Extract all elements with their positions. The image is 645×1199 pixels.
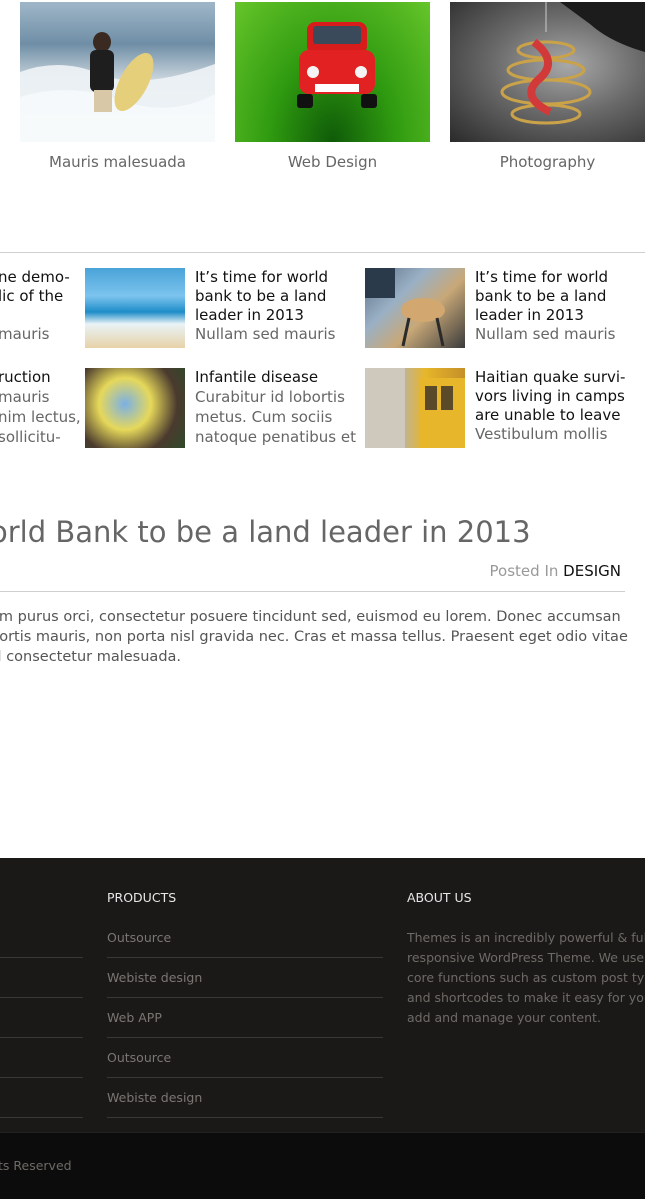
gallery-caption-3[interactable]: Photography [450,153,645,171]
post-title[interactable]: orld Bank to be a land leader in 2013 [0,515,531,549]
section-divider [0,252,645,253]
footer-product-label-3[interactable]: Web APP [107,1010,162,1025]
footer-bottom-bar [0,1132,645,1199]
related-post-3-excerpt-3: natoque penatibus et [195,428,357,446]
related-post-1-title-2[interactable]: bank to be a land [195,287,326,306]
post-meta: Posted In DESIGN [490,562,621,580]
related-post-3-excerpt-2: metus. Cum sociis [195,408,333,426]
related-post-1-title-1[interactable]: It’s time for world [195,268,328,287]
related-thumb-chair[interactable] [365,268,465,348]
footer-left-row-1[interactable] [0,917,83,958]
surfer-photo [20,32,215,142]
copyright-text: ts Reserved [0,1158,72,1173]
related-left-2-line3: nim lectus, [0,408,81,426]
footer-about-heading: ABOUT US [407,890,472,905]
related-left-2-line2: mauris [0,388,50,406]
post-category-link[interactable]: DESIGN [563,562,621,580]
footer-left-row-5[interactable] [0,1077,83,1118]
related-post-1-title-3[interactable]: leader in 2013 [195,306,304,325]
footer-product-link-2[interactable]: Webiste design [107,957,383,998]
footer-product-link-4[interactable]: Outsource [107,1037,383,1078]
post-meta-divider [0,591,625,592]
related-post-2-title-2[interactable]: bank to be a land [475,287,606,306]
post-body-line-1: am purus orci, consectetur posuere tinci… [0,609,621,625]
footer-product-label-5[interactable]: Webiste design [107,1090,202,1105]
related-thumb-hand[interactable] [85,368,185,448]
related-left-1-line1[interactable]: ne demo- [0,268,70,287]
gallery-image-car[interactable] [235,2,430,142]
footer-product-label-1[interactable]: Outsource [107,930,171,945]
footer-product-label-4[interactable]: Outsource [107,1050,171,1065]
red-car-photo [297,22,377,108]
related-left-2-line1[interactable]: ruction [0,368,51,387]
related-post-4-title-1[interactable]: Haitian quake survi- [475,368,625,387]
gallery-caption-1[interactable]: Mauris malesuada [20,153,215,171]
gallery-caption-2[interactable]: Web Design [235,153,430,171]
footer-product-link-5[interactable]: Webiste design [107,1077,383,1118]
related-left-1-line2[interactable]: lic of the [0,287,63,306]
related-post-4-title-3[interactable]: are unable to leave [475,406,620,425]
chair-photo [365,268,445,347]
footer-product-link-3[interactable]: Web APP [107,997,383,1038]
related-left-1-line4: mauris [0,325,50,343]
related-left-2-line4: sollicitu- [0,428,61,446]
footer-about-text: Themes is an incredibly powerful & fully… [407,928,645,1028]
gallery-image-surfer[interactable] [20,2,215,142]
footer-left-row-4[interactable] [0,1037,83,1078]
footer-product-link-1[interactable]: Outsource [107,917,383,958]
ornament-photo [500,2,645,125]
about-line-5: add and manage your content. [407,1010,601,1025]
about-line-1: Themes is an incredibly powerful & fully [407,930,645,945]
related-post-2-title-3[interactable]: leader in 2013 [475,306,584,325]
related-post-2-excerpt: Nullam sed mauris [475,325,616,343]
related-post-3-title-1[interactable]: Infantile disease [195,368,318,387]
about-line-4: and shortcodes to make it easy for you t… [407,990,645,1005]
related-thumb-tram[interactable] [365,368,465,448]
related-post-4-excerpt: Vestibulum mollis [475,425,608,443]
gallery-image-ornament[interactable] [450,2,645,142]
about-line-2: responsive WordPress Theme. We use onl [407,950,645,965]
footer-product-label-2[interactable]: Webiste design [107,970,202,985]
footer-products-heading: PRODUCTS [107,890,177,905]
tram-photo [365,368,465,448]
about-line-3: core functions such as custom post types [407,970,645,985]
footer-left-row-2[interactable] [0,957,83,998]
related-post-3-excerpt-1: Curabitur id lobortis [195,388,345,406]
footer-left-row-3[interactable] [0,997,83,1038]
posted-in-label: Posted In [489,562,559,580]
related-post-4-title-2[interactable]: vors living in camps [475,387,625,406]
related-thumb-beach[interactable] [85,268,185,348]
related-post-1-excerpt: Nullam sed mauris [195,325,336,343]
related-post-2-title-1[interactable]: It’s time for world [475,268,608,287]
post-body-line-3: sl consectetur malesuada. [0,649,182,665]
post-body-line-2: bortis mauris, non porta nisl gravida ne… [0,629,628,645]
